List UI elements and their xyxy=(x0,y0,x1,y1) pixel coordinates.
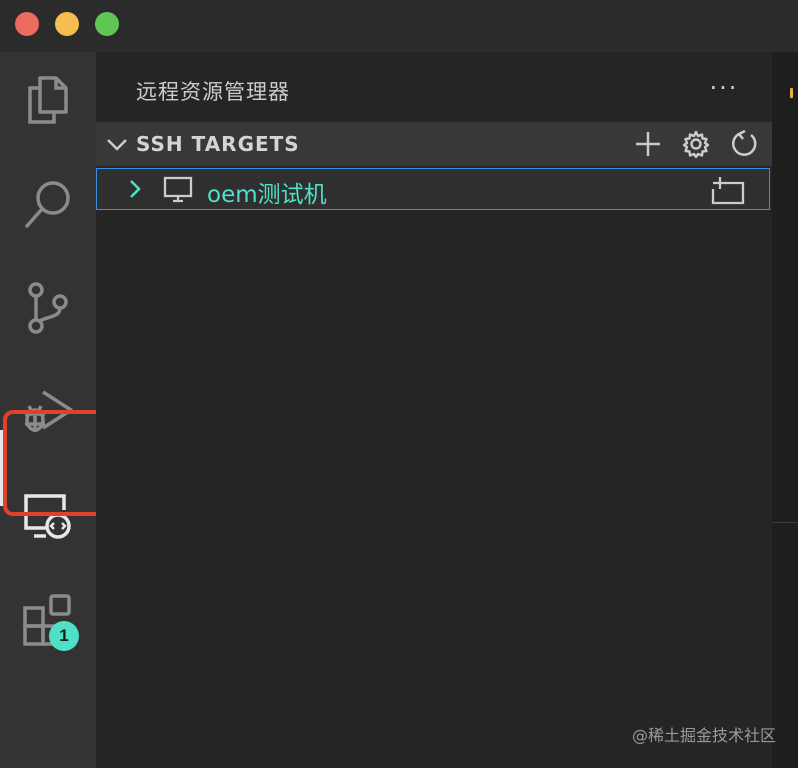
minimize-window-button[interactable] xyxy=(55,12,79,36)
open-in-new-window-icon xyxy=(711,177,745,205)
activity-explorer[interactable] xyxy=(0,52,96,148)
activity-search[interactable] xyxy=(0,156,96,252)
title-bar xyxy=(0,0,798,52)
activity-remote-explorer[interactable] xyxy=(0,468,96,564)
editor-divider xyxy=(772,522,798,523)
configure-button[interactable] xyxy=(678,128,714,160)
add-icon xyxy=(636,132,660,156)
monitor-icon xyxy=(163,176,193,203)
refresh-icon xyxy=(732,129,757,156)
gear-icon xyxy=(682,130,710,159)
ssh-target-label: oem测试机 xyxy=(207,182,327,208)
editor-area-edge xyxy=(772,52,798,768)
open-in-new-window-button[interactable] xyxy=(711,173,745,209)
chevron-right-icon xyxy=(130,180,141,198)
source-control-icon xyxy=(28,282,68,334)
search-icon xyxy=(25,181,70,228)
ssh-target-item[interactable]: oem测试机 xyxy=(96,168,770,210)
watermark: @稀土掘金技术社区 xyxy=(631,726,776,745)
activity-bar: 1 xyxy=(0,52,96,768)
close-window-button[interactable] xyxy=(15,12,39,36)
more-actions-button[interactable]: ··· xyxy=(704,72,744,104)
files-icon xyxy=(28,76,68,124)
section-title: SSH TARGETS xyxy=(136,132,300,156)
active-activity-indicator xyxy=(0,430,4,506)
maximize-window-button[interactable] xyxy=(95,12,119,36)
ssh-targets-section-header[interactable]: SSH TARGETS xyxy=(96,122,772,166)
sidebar-title: 远程资源管理器 xyxy=(136,80,290,104)
remote-explorer-icon xyxy=(24,494,71,539)
activity-extensions[interactable] xyxy=(0,572,96,668)
run-debug-icon xyxy=(25,390,73,432)
section-actions xyxy=(630,128,762,160)
vscode-window: 1 远程资源管理器 ··· SSH TARGETS oem测试机 @稀土掘金技术… xyxy=(0,0,798,768)
chevron-down-icon xyxy=(107,139,127,151)
editor-tab-indicator xyxy=(790,88,793,98)
activity-source-control[interactable] xyxy=(0,260,96,356)
extensions-badge: 1 xyxy=(49,621,79,651)
activity-run-debug[interactable] xyxy=(0,364,96,460)
add-ssh-target-button[interactable] xyxy=(630,128,666,160)
refresh-button[interactable] xyxy=(726,128,762,160)
remote-explorer-sidebar: 远程资源管理器 ··· SSH TARGETS oem测试机 xyxy=(96,52,772,768)
